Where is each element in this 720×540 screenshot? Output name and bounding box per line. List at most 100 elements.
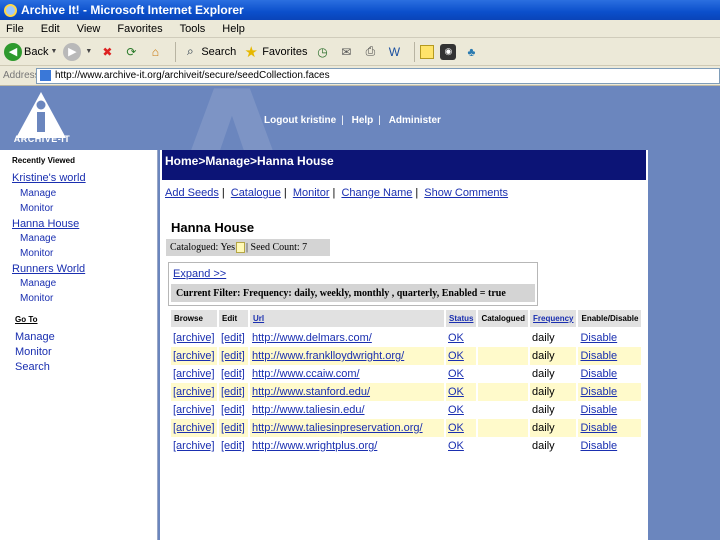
sidebar-link-monitor[interactable]: Monitor [20, 203, 53, 214]
goto-monitor-link[interactable]: Monitor [15, 346, 52, 358]
menu-help[interactable]: Help [222, 23, 245, 35]
web-page: A i ARCHIVE-IT Logout kristine| Help| Ad… [0, 86, 720, 540]
edit-link[interactable]: [edit] [219, 437, 248, 455]
research-icon[interactable]: ◉ [440, 43, 457, 60]
menu-file[interactable]: File [6, 23, 24, 35]
col-frequency-sort[interactable]: Frequency [530, 310, 577, 329]
history-icon[interactable]: ◷ [313, 43, 331, 61]
col-status-sort[interactable]: Status [446, 310, 477, 329]
seed-url-link[interactable]: http://www.taliesin.edu/ [250, 401, 444, 419]
sidebar-link-manage[interactable]: Manage [20, 233, 56, 244]
menu-edit[interactable]: Edit [41, 23, 60, 35]
goto-search-link[interactable]: Search [15, 361, 50, 373]
archive-link[interactable]: [archive] [171, 329, 217, 347]
sidebar-link-monitor[interactable]: Monitor [20, 293, 53, 304]
add-seeds-link[interactable]: Add Seeds [165, 187, 219, 199]
edit-link[interactable]: [edit] [219, 401, 248, 419]
status-link[interactable]: OK [446, 383, 477, 401]
catalogued-cell [478, 365, 528, 383]
edit-link[interactable]: [edit] [219, 419, 248, 437]
disable-link[interactable]: Disable [578, 329, 641, 347]
disable-link[interactable]: Disable [578, 419, 642, 437]
administer-link[interactable]: Administer [389, 115, 441, 126]
archive-link[interactable]: [archive] [171, 401, 217, 419]
browser-toolbar: ◀ Back ▼ ▶ ▼ ✖ ⟳ ⌂ ⌕ Search ★ Favorites … [0, 38, 720, 66]
status-link[interactable]: OK [446, 419, 477, 437]
home-icon[interactable]: ⌂ [146, 43, 164, 61]
sidebar-link-manage[interactable]: Manage [20, 188, 56, 199]
show-comments-link[interactable]: Show Comments [424, 187, 508, 199]
disable-link[interactable]: Disable [578, 437, 641, 455]
status-link[interactable]: OK [446, 437, 476, 455]
menu-tools[interactable]: Tools [180, 23, 206, 35]
address-bar: Address http://www.archive-it.org/archiv… [0, 66, 720, 86]
expand-link[interactable]: Expand >> [173, 268, 226, 280]
seed-url-link[interactable]: http://www.ccaiw.com/ [250, 365, 444, 383]
print-icon[interactable]: ⎙ [361, 43, 379, 61]
status-link[interactable]: OK [446, 401, 476, 419]
forward-button[interactable]: ▶ ▼ [63, 42, 92, 61]
status-link[interactable]: OK [446, 365, 476, 383]
ie-logo-icon [4, 3, 17, 17]
disable-link[interactable]: Disable [578, 365, 641, 383]
page-icon [40, 70, 51, 81]
menu-favorites[interactable]: Favorites [117, 23, 162, 35]
table-row: [archive] [edit] http://www.wrightplus.org… [171, 437, 641, 455]
edit-link[interactable]: [edit] [219, 329, 248, 347]
stop-icon[interactable]: ✖ [98, 43, 116, 61]
mail-icon[interactable]: ✉ [337, 43, 355, 61]
col-enable-disable: Enable/Disable [578, 310, 642, 329]
document-icon[interactable] [236, 242, 245, 253]
catalogued-cell [478, 437, 528, 455]
sidebar-link-monitor[interactable]: Monitor [20, 248, 53, 259]
monitor-link[interactable]: Monitor [293, 187, 330, 199]
status-link[interactable]: OK [446, 329, 476, 347]
notes-icon[interactable] [420, 44, 435, 59]
disable-link[interactable]: Disable [578, 401, 641, 419]
seed-url-link[interactable]: http://www.stanford.edu/ [250, 383, 444, 401]
window-titlebar: Archive It! - Microsoft Internet Explore… [0, 0, 720, 20]
seed-url-link[interactable]: http://www.taliesinpreservation.org/ [250, 419, 444, 437]
seed-url-link[interactable]: http://www.delmars.com/ [250, 329, 444, 347]
archive-link[interactable]: [archive] [171, 347, 217, 365]
status-link[interactable]: OK [446, 347, 477, 365]
goto-heading: Go To [15, 315, 38, 324]
disable-link[interactable]: Disable [578, 347, 642, 365]
col-url-sort[interactable]: Url [250, 310, 444, 329]
seed-url-link[interactable]: http://www.wrightplus.org/ [250, 437, 444, 455]
address-label: Address [3, 70, 40, 81]
archive-link[interactable]: [archive] [171, 365, 217, 383]
catalogue-link[interactable]: Catalogue [231, 187, 281, 199]
archive-link[interactable]: [archive] [171, 383, 217, 401]
back-button[interactable]: ◀ Back ▼ [4, 42, 57, 61]
search-button[interactable]: ⌕ Search [181, 43, 236, 61]
edit-link[interactable]: [edit] [219, 347, 248, 365]
disable-link[interactable]: Disable [578, 383, 642, 401]
edit-link[interactable]: [edit] [219, 383, 248, 401]
logout-link[interactable]: Logout kristine [264, 115, 336, 126]
refresh-icon[interactable]: ⟳ [122, 43, 140, 61]
archive-link[interactable]: [archive] [171, 437, 217, 455]
col-catalogued: Catalogued [478, 310, 529, 329]
help-link[interactable]: Help [352, 115, 374, 126]
goto-manage-link[interactable]: Manage [15, 331, 55, 343]
col-browse: Browse [171, 310, 217, 329]
messenger-icon[interactable]: ♣ [462, 43, 480, 61]
change-name-link[interactable]: Change Name [341, 187, 412, 199]
sidebar-collection-runners-world[interactable]: Runners World [12, 263, 85, 275]
address-url: http://www.archive-it.org/archiveit/secu… [55, 70, 330, 81]
favorites-button[interactable]: ★ Favorites [242, 43, 307, 61]
sidebar-collection-hanna-house[interactable]: Hanna House [12, 218, 79, 230]
menu-view[interactable]: View [77, 23, 101, 35]
favorites-label: Favorites [262, 45, 308, 58]
archive-link[interactable]: [archive] [171, 419, 217, 437]
edit-link[interactable]: [edit] [219, 365, 248, 383]
address-input[interactable]: http://www.archive-it.org/archiveit/secu… [36, 67, 720, 84]
sidebar-collection-kristines-world[interactable]: Kristine's world [12, 172, 86, 184]
sidebar-link-manage[interactable]: Manage [20, 278, 56, 289]
seed-count: | Seed Count: 7 [246, 242, 308, 253]
catalogued-cell [478, 419, 529, 437]
menu-bar: File Edit View Favorites Tools Help [0, 20, 720, 38]
seed-url-link[interactable]: http://www.franklloydwright.org/ [250, 347, 444, 365]
edit-word-icon[interactable]: W [385, 43, 403, 61]
